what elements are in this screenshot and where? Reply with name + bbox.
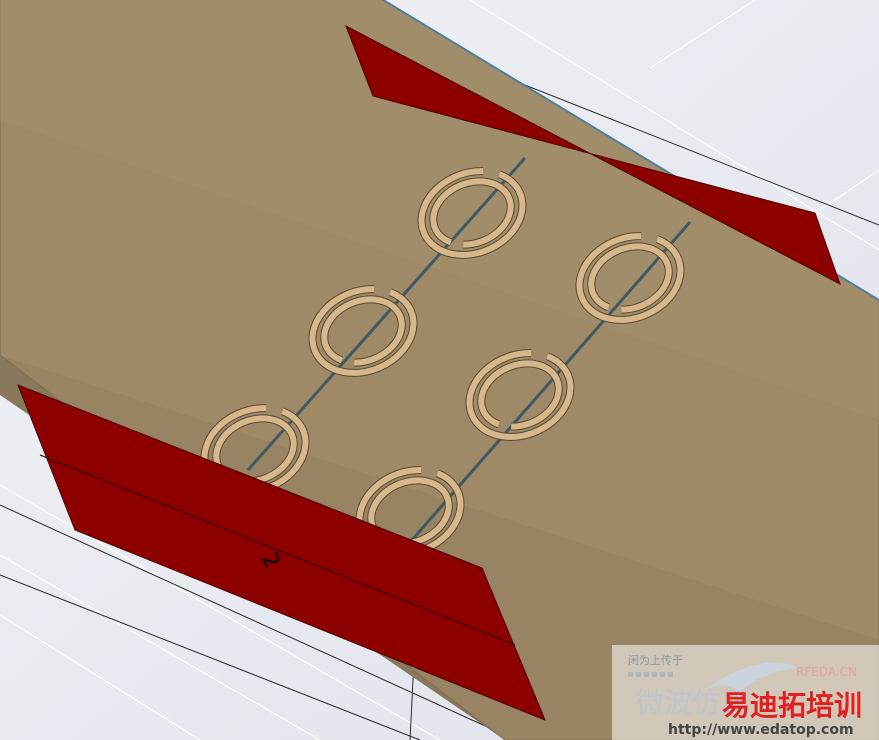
3d-viewport[interactable]: 2 闲为上传于 RFEDA.CN 微波仿真 易迪拓培训 http://www.e…	[0, 0, 879, 740]
watermark-url: http://www.edatop.com	[668, 722, 854, 738]
watermark: 闲为上传于 RFEDA.CN 微波仿真 易迪拓培训 http://www.eda…	[612, 645, 879, 740]
watermark-logo-cn: 易迪拓培训	[722, 689, 862, 722]
watermark-brand-en: RFEDA.CN	[796, 665, 857, 679]
model-scene[interactable]: 2 闲为上传于 RFEDA.CN 微波仿真 易迪拓培训 http://www.e…	[0, 0, 879, 740]
watermark-small-text: 闲为上传于	[628, 653, 683, 667]
